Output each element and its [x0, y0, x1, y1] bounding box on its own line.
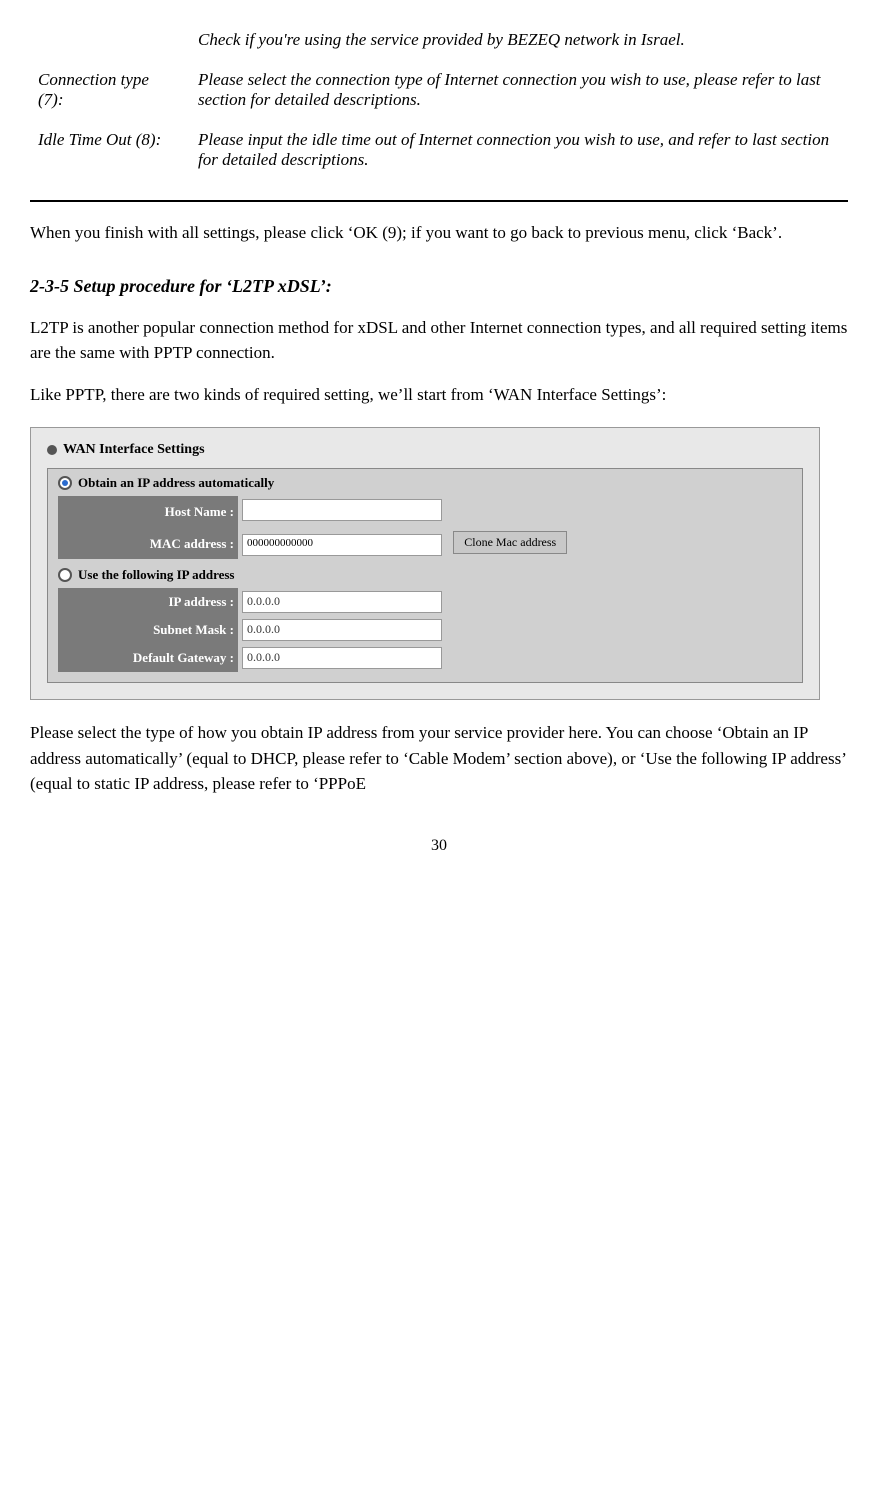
- ip-address-label: IP address :: [58, 588, 238, 616]
- default-gateway-row: Default Gateway : 0.0.0.0: [58, 644, 792, 672]
- host-name-input-cell: [238, 496, 792, 528]
- host-name-label: Host Name :: [58, 496, 238, 528]
- ok-instruction-text: When you finish with all settings, pleas…: [30, 220, 848, 246]
- use-following-ip-label: Use the following IP address: [78, 567, 235, 583]
- default-gateway-input-cell: 0.0.0.0: [238, 644, 792, 672]
- bezeq-label-cell: [30, 20, 190, 60]
- ip-address-input-cell: 0.0.0.0: [238, 588, 792, 616]
- mac-address-label: MAC address :: [58, 528, 238, 559]
- subnet-mask-label: Subnet Mask :: [58, 616, 238, 644]
- bottom-description-text: Please select the type of how you obtain…: [30, 720, 848, 797]
- wan-interface-box: WAN Interface Settings Obtain an IP addr…: [30, 427, 820, 700]
- auto-ip-fields-table: Host Name : MAC address : 000000000000 C…: [58, 496, 792, 559]
- default-gateway-label: Default Gateway :: [58, 644, 238, 672]
- default-gateway-input[interactable]: 0.0.0.0: [242, 647, 442, 669]
- ip-address-row: IP address : 0.0.0.0: [58, 588, 792, 616]
- use-following-ip-row: Use the following IP address: [58, 567, 792, 583]
- obtain-ip-label: Obtain an IP address automatically: [78, 475, 274, 491]
- mac-address-input-cell: 000000000000 Clone Mac address: [238, 528, 792, 559]
- connection-type-label: Connection type (7):: [30, 60, 190, 120]
- wan-box-title: WAN Interface Settings: [47, 442, 803, 458]
- subnet-mask-input[interactable]: 0.0.0.0: [242, 619, 442, 641]
- ip-address-input[interactable]: 0.0.0.0: [242, 591, 442, 613]
- page-number: 30: [30, 837, 848, 855]
- mac-address-row: MAC address : 000000000000 Clone Mac add…: [58, 528, 792, 559]
- wan-inner-panel: Obtain an IP address automatically Host …: [47, 468, 803, 683]
- static-ip-fields-table: IP address : 0.0.0.0 Subnet Mask : 0.0.0…: [58, 588, 792, 672]
- page-content: Check if you're using the service provid…: [30, 20, 848, 855]
- bullet-icon: [47, 445, 57, 455]
- table-divider: [30, 200, 848, 202]
- section-heading: 2-3-5 Setup procedure for ‘L2TP xDSL’:: [30, 274, 848, 299]
- obtain-ip-row: Obtain an IP address automatically: [58, 475, 792, 491]
- connection-type-desc: Please select the connection type of Int…: [190, 60, 848, 120]
- mac-address-input[interactable]: 000000000000: [242, 534, 442, 556]
- bezeq-desc: Check if you're using the service provid…: [190, 20, 848, 60]
- idle-time-desc: Please input the idle time out of Intern…: [190, 120, 848, 180]
- description-table: Check if you're using the service provid…: [30, 20, 848, 180]
- clone-mac-button[interactable]: Clone Mac address: [453, 531, 567, 554]
- use-following-ip-radio[interactable]: [58, 568, 72, 582]
- l2tp-description-1: L2TP is another popular connection metho…: [30, 315, 848, 366]
- idle-time-label: Idle Time Out (8):: [30, 120, 190, 180]
- l2tp-description-2: Like PPTP, there are two kinds of requir…: [30, 382, 848, 408]
- host-name-input[interactable]: [242, 499, 442, 521]
- wan-title-text: WAN Interface Settings: [63, 442, 205, 458]
- subnet-mask-row: Subnet Mask : 0.0.0.0: [58, 616, 792, 644]
- subnet-mask-input-cell: 0.0.0.0: [238, 616, 792, 644]
- host-name-row: Host Name :: [58, 496, 792, 528]
- obtain-ip-radio[interactable]: [58, 476, 72, 490]
